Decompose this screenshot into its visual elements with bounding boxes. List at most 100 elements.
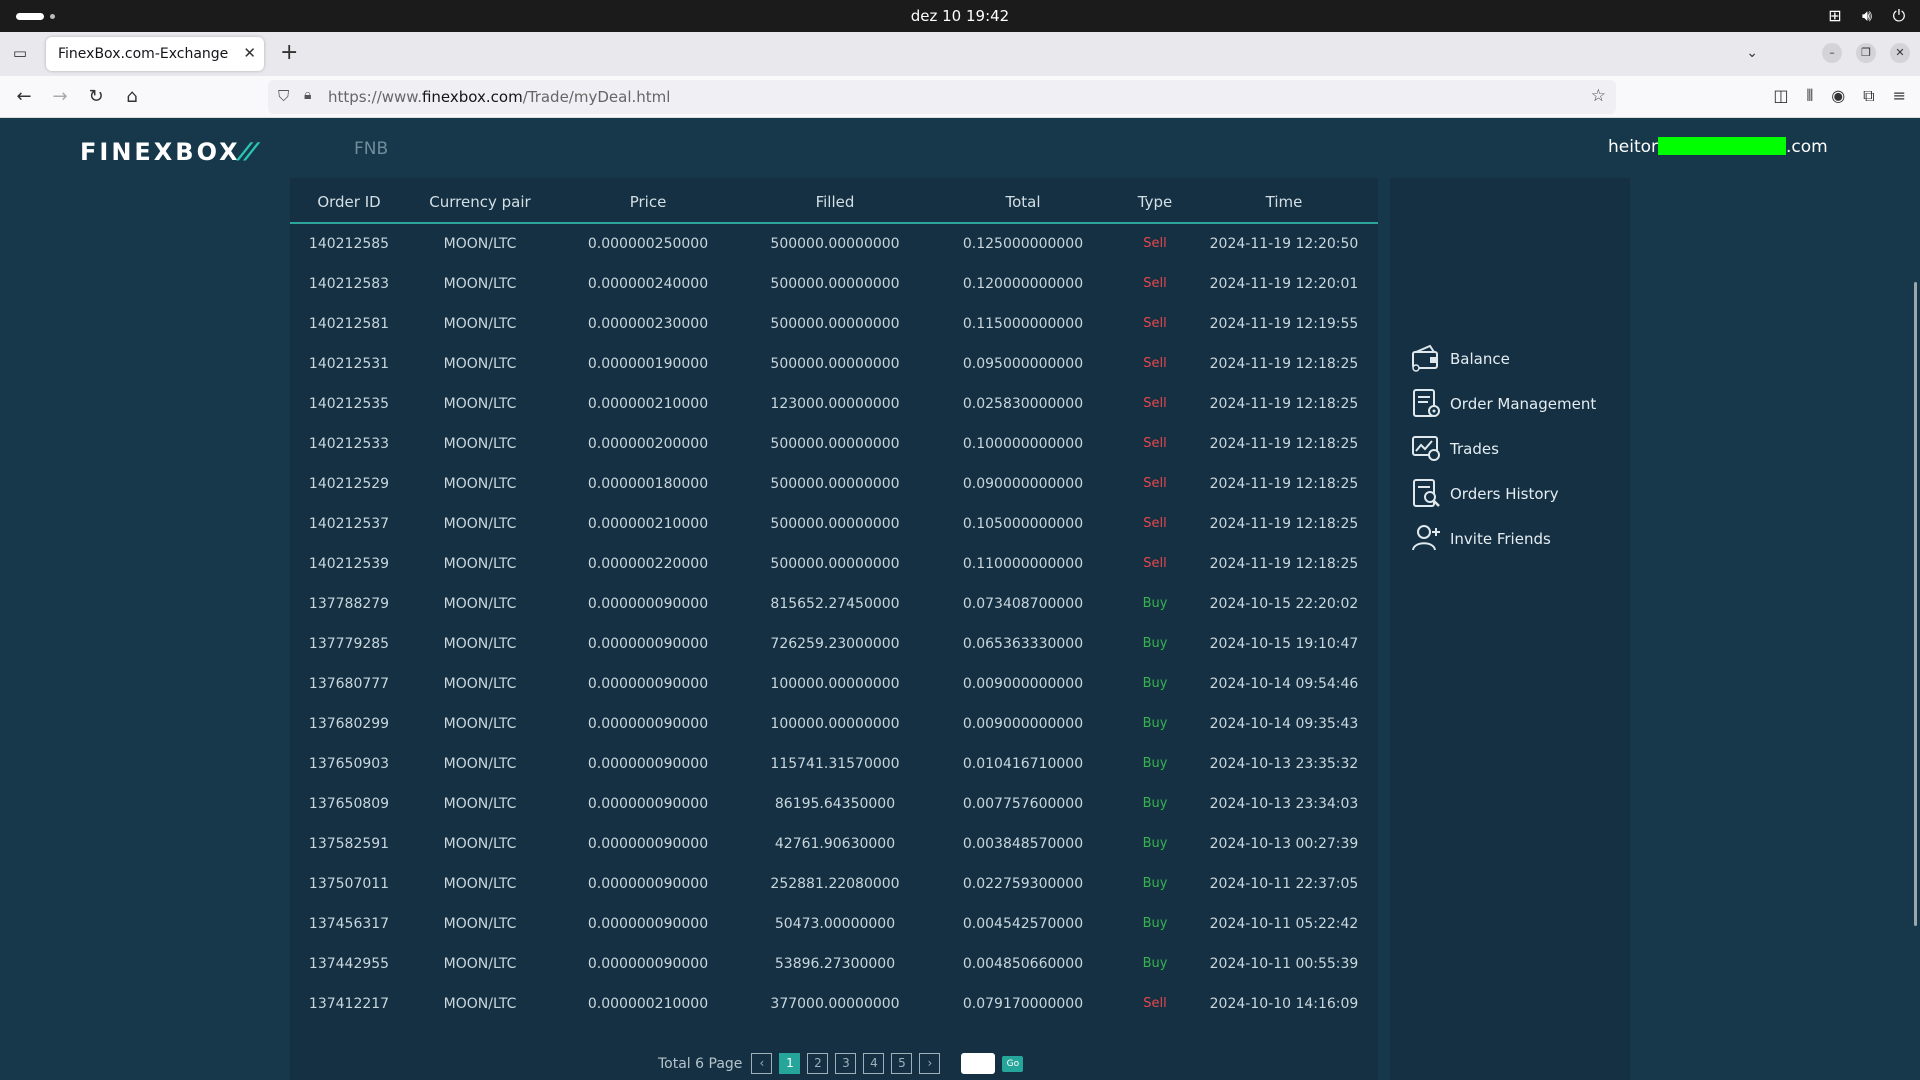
- trades-chart-icon: [1412, 436, 1440, 461]
- cell-total: 0.009000000000: [962, 716, 1084, 732]
- power-icon[interactable]: ⏻: [1890, 6, 1908, 26]
- cell-type: Buy: [1142, 796, 1168, 811]
- back-arrow-icon[interactable]: ←: [12, 85, 36, 109]
- menu-item-invite-friends[interactable]: Invite Friends: [1410, 522, 1620, 558]
- cell-type: Buy: [1142, 636, 1168, 651]
- cell-currency-pair: MOON/LTC: [443, 476, 517, 492]
- cell-type: Sell: [1143, 276, 1167, 291]
- pocket-icon[interactable]: ◫: [1773, 86, 1788, 106]
- page-button-2[interactable]: 2: [807, 1053, 829, 1074]
- cell-order-id: 137650809: [308, 796, 390, 812]
- lock-icon[interactable]: 🔒︎: [304, 87, 311, 103]
- cell-time: 2024-11-19 12:18:25: [1209, 516, 1359, 532]
- window-close-icon[interactable]: ✕: [1890, 43, 1910, 63]
- menu-label-invite-friends: Invite Friends: [1450, 530, 1551, 548]
- cell-currency-pair: MOON/LTC: [443, 956, 517, 972]
- minimize-icon[interactable]: –: [1822, 43, 1842, 63]
- page-jump-input[interactable]: [961, 1053, 996, 1074]
- cell-price: 0.000000230000: [587, 316, 709, 332]
- cell-total: 0.009000000000: [962, 676, 1084, 692]
- cell-filled: 100000.00000000: [770, 716, 900, 732]
- tab-title: FinexBox.com-Exchange list: [58, 46, 234, 62]
- table-row: 140212529 MOON/LTC 0.000000180000 500000.00…: [290, 465, 1378, 505]
- cell-type: Sell: [1143, 476, 1167, 491]
- finexbox-logo[interactable]: FINEXBOX⁄⁄: [80, 138, 257, 166]
- cell-order-id: 137680299: [308, 716, 390, 732]
- cell-type: Buy: [1142, 756, 1168, 771]
- bookmark-star-icon[interactable]: ☆: [1591, 86, 1606, 106]
- browser-nav-bar: ← → ↻ ⌂ ⛉ 🔒︎ https://www.finexbox.com/Tr…: [0, 76, 1920, 118]
- url-text[interactable]: https://www.finexbox.com/Trade/myDeal.ht…: [328, 88, 670, 106]
- cell-type: Sell: [1143, 516, 1167, 531]
- close-icon[interactable]: ✕: [243, 44, 256, 62]
- cell-order-id: 140212529: [308, 476, 390, 492]
- url-bar[interactable]: ⛉ 🔒︎ https://www.finexbox.com/Trade/myDe…: [268, 80, 1616, 114]
- os-clock[interactable]: dez 10 19:42: [0, 7, 1920, 25]
- cell-type: Buy: [1142, 716, 1168, 731]
- cell-time: 2024-10-11 05:22:42: [1209, 916, 1359, 932]
- url-domain: finexbox.com: [421, 88, 523, 106]
- table-row: 140212533 MOON/LTC 0.000000200000 500000.00…: [290, 425, 1378, 465]
- wallet-icon: [1412, 344, 1438, 372]
- new-tab-icon[interactable]: +: [280, 41, 298, 65]
- chevron-down-icon[interactable]: ⌄: [1746, 45, 1758, 61]
- cell-time: 2024-10-11 00:55:39: [1209, 956, 1359, 972]
- cell-filled: 500000.00000000: [770, 516, 900, 532]
- email-prefix: heitor: [1608, 137, 1659, 157]
- chevron-right-icon[interactable]: ›: [919, 1053, 941, 1074]
- account-icon[interactable]: ◉: [1831, 86, 1845, 106]
- menu-item-orders-history[interactable]: Orders History: [1410, 477, 1620, 513]
- browser-tab[interactable]: FinexBox.com-Exchange list ✕: [46, 37, 264, 71]
- cell-order-id: 140212581: [308, 316, 390, 332]
- cell-type: Sell: [1143, 356, 1167, 371]
- header-price: Price: [629, 193, 667, 211]
- forward-arrow-icon[interactable]: →: [48, 85, 72, 109]
- menu-label-balance: Balance: [1450, 350, 1510, 368]
- menu-item-balance[interactable]: Balance: [1410, 342, 1620, 378]
- volume-icon[interactable]: 🔊︎: [1858, 6, 1876, 26]
- cell-price: 0.000000090000: [587, 956, 709, 972]
- reload-icon[interactable]: ↻: [84, 85, 108, 109]
- cell-time: 2024-10-14 09:35:43: [1209, 716, 1359, 732]
- cell-total: 0.125000000000: [962, 236, 1084, 252]
- home-icon[interactable]: ⌂: [120, 85, 144, 109]
- cell-total: 0.073408700000: [962, 596, 1084, 612]
- cell-price: 0.000000090000: [587, 876, 709, 892]
- page-button-5[interactable]: 5: [891, 1053, 913, 1074]
- network-icon[interactable]: ⊞: [1826, 6, 1844, 26]
- cell-time: 2024-11-19 12:18:25: [1209, 436, 1359, 452]
- header-order-id: Order ID: [317, 193, 381, 211]
- cell-total: 0.004542570000: [962, 916, 1084, 932]
- page-button-3[interactable]: 3: [835, 1053, 857, 1074]
- os-status-icons[interactable]: ⊞ 🔊︎ ⏻: [1826, 6, 1908, 26]
- cell-price: 0.000000090000: [587, 636, 709, 652]
- page-button-1[interactable]: 1: [779, 1053, 801, 1074]
- cell-time: 2024-11-19 12:18:25: [1209, 396, 1359, 412]
- page-scrollbar[interactable]: [1914, 282, 1917, 926]
- restore-icon[interactable]: ❐: [1856, 43, 1876, 63]
- chevron-left-icon[interactable]: ‹: [751, 1053, 773, 1074]
- nav-fnb-link[interactable]: FNB: [354, 139, 388, 159]
- cell-currency-pair: MOON/LTC: [443, 356, 517, 372]
- menu-item-order-management[interactable]: Order Management: [1410, 387, 1620, 423]
- cell-currency-pair: MOON/LTC: [443, 876, 517, 892]
- menu-icon[interactable]: ≡: [1893, 86, 1906, 106]
- user-email[interactable]: heitor .com: [1608, 137, 1828, 157]
- page-button-4[interactable]: 4: [863, 1053, 885, 1074]
- table-row: 137456317 MOON/LTC 0.000000090000 50473.000…: [290, 905, 1378, 945]
- cell-time: 2024-10-13 23:35:32: [1209, 756, 1359, 772]
- cell-order-id: 140212533: [308, 436, 390, 452]
- cell-time: 2024-10-13 23:34:03: [1209, 796, 1359, 812]
- cell-total: 0.120000000000: [962, 276, 1084, 292]
- extensions-icon[interactable]: ⧉: [1863, 86, 1874, 106]
- shield-icon[interactable]: ⛉: [278, 87, 289, 105]
- history-search-icon: [1413, 479, 1440, 507]
- cell-currency-pair: MOON/LTC: [443, 276, 517, 292]
- cell-order-id: 140212539: [308, 556, 390, 572]
- go-button[interactable]: Go: [1002, 1055, 1024, 1072]
- menu-item-trades[interactable]: Trades: [1410, 432, 1620, 468]
- cell-order-id: 137442955: [308, 956, 390, 972]
- library-icon[interactable]: ⫴: [1806, 86, 1813, 106]
- cell-time: 2024-11-19 12:18:25: [1209, 476, 1359, 492]
- tab-overview-icon[interactable]: ▭: [10, 44, 30, 64]
